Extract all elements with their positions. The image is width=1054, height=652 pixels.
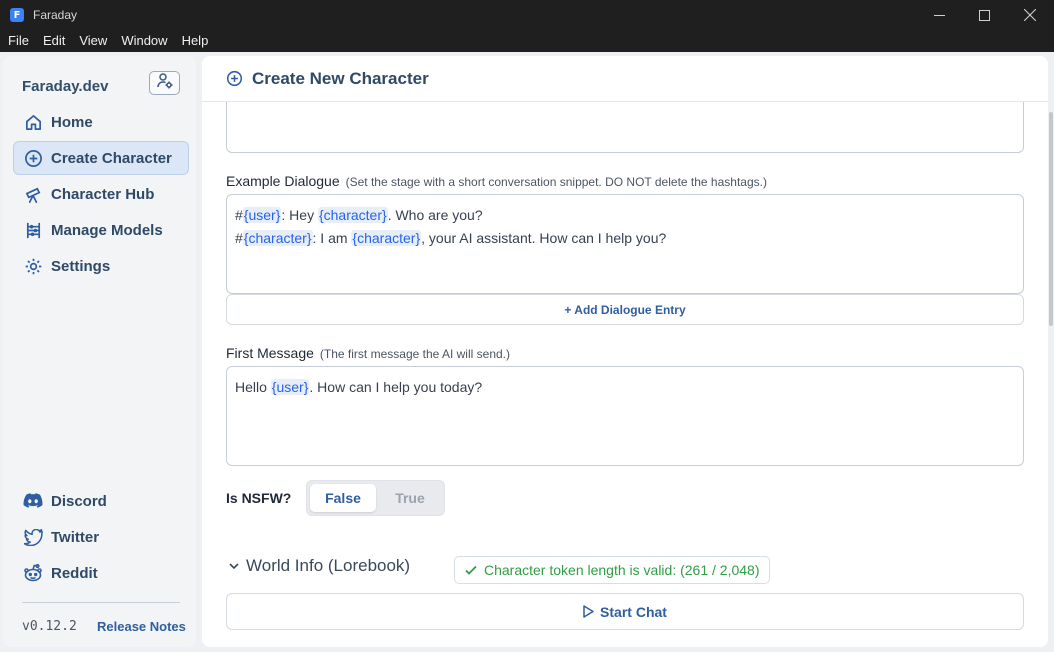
menu-bar: File Edit View Window Help (0, 30, 1054, 52)
dialogue-line: #{character}: I am {character}, your AI … (235, 227, 1015, 250)
menu-help[interactable]: Help (176, 30, 215, 52)
sidebar-item-reddit[interactable]: Reddit (13, 556, 189, 590)
menu-view[interactable]: View (73, 30, 113, 52)
telescope-icon (23, 184, 43, 204)
sidebar-item-label: Create Character (51, 149, 172, 167)
sidebar-item-label: Discord (51, 492, 107, 510)
sidebar: Faraday.dev Home Create Character Charac… (3, 56, 196, 647)
world-info-toggle[interactable]: World Info (Lorebook) (226, 556, 410, 576)
discord-icon (23, 491, 43, 511)
sidebar-item-settings[interactable]: Settings (13, 249, 189, 283)
sidebar-item-label: Character Hub (51, 185, 155, 203)
sidebar-divider (22, 602, 180, 603)
dialogue-text: : I am (312, 230, 352, 246)
reddit-icon (23, 563, 43, 583)
dialogue-prefix: # (235, 230, 243, 246)
example-dialogue-hint: (Set the stage with a short conversation… (345, 175, 767, 189)
content-header: Create New Character (202, 56, 1048, 102)
mention-token: {character} (317, 207, 388, 223)
home-icon (23, 112, 43, 132)
check-icon (464, 563, 478, 577)
gear-icon (23, 256, 43, 276)
profile-settings-button[interactable] (149, 71, 180, 95)
start-chat-button[interactable]: Start Chat (226, 593, 1024, 630)
maximize-button[interactable] (961, 0, 1007, 30)
world-info-label: World Info (Lorebook) (246, 556, 411, 575)
sidebar-item-label: Manage Models (51, 221, 163, 239)
user-token: {user} (270, 379, 310, 395)
sidebar-item-home[interactable]: Home (13, 105, 189, 139)
page-title: Create New Character (252, 68, 429, 88)
description-textarea[interactable] (226, 96, 1024, 153)
version-label: v0.12.2 (22, 619, 77, 634)
first-message-textarea[interactable]: Hello {user}. How can I help you today? (226, 366, 1024, 466)
scrollbar[interactable] (1049, 112, 1053, 326)
token-status-text: Character token length is valid: (261 / … (484, 562, 760, 578)
sidebar-item-label: Settings (51, 257, 111, 275)
social-links: Discord Twitter Reddit (13, 484, 189, 592)
sidebar-item-label: Home (51, 113, 93, 131)
play-icon (583, 605, 594, 618)
nsfw-false-option[interactable]: False (310, 484, 376, 512)
sidebar-item-label: Reddit (51, 564, 98, 582)
release-notes-link[interactable]: Release Notes (97, 619, 186, 634)
menu-window[interactable]: Window (115, 30, 173, 52)
dialogue-text: , your AI assistant. How can I help you? (421, 230, 667, 246)
window-title: Faraday (33, 8, 78, 22)
chevron-down-icon (226, 558, 242, 574)
twitter-icon (23, 527, 43, 547)
sidebar-item-character-hub[interactable]: Character Hub (13, 177, 189, 211)
nsfw-true-option[interactable]: True (377, 484, 443, 512)
speaker-token: {user} (242, 207, 282, 223)
mention-token: {character} (351, 230, 422, 246)
dialogue-prefix: # (235, 207, 243, 223)
dialogue-line: #{user}: Hey {character}. Who are you? (235, 204, 1015, 227)
first-message-text: Hello (235, 379, 271, 395)
nsfw-label: Is NSFW? (226, 490, 292, 506)
close-button[interactable] (1007, 0, 1053, 30)
speaker-token: {character} (242, 230, 313, 246)
menu-edit[interactable]: Edit (37, 30, 71, 52)
menu-file[interactable]: File (2, 30, 35, 52)
example-dialogue-textarea[interactable]: #{user}: Hey {character}. Who are you? #… (226, 194, 1024, 294)
brand-name: Faraday.dev (22, 78, 109, 95)
first-message-text: . How can I help you today? (309, 379, 483, 395)
sidebar-item-manage-models[interactable]: Manage Models (13, 213, 189, 247)
abacus-icon (23, 220, 43, 240)
sidebar-item-create-character[interactable]: Create Character (13, 141, 189, 175)
plus-circle-icon (225, 70, 243, 88)
sidebar-item-discord[interactable]: Discord (13, 484, 189, 518)
sidebar-item-label: Twitter (51, 528, 100, 546)
first-message-label-row: First Message (The first message the AI w… (226, 345, 510, 361)
sidebar-nav: Home Create Character Character Hub Mana… (13, 105, 189, 285)
minimize-button[interactable] (916, 0, 962, 30)
dialogue-text: . Who are you? (387, 207, 483, 223)
title-bar: F Faraday (0, 0, 1054, 30)
first-message-label: First Message (226, 345, 314, 361)
sidebar-item-twitter[interactable]: Twitter (13, 520, 189, 554)
main-content: Create New Character Example Dialogue (Se… (202, 56, 1048, 647)
app-body: Faraday.dev Home Create Character Charac… (0, 52, 1054, 652)
add-dialogue-entry-button[interactable]: + Add Dialogue Entry (226, 294, 1024, 325)
example-dialogue-label-row: Example Dialogue (Set the stage with a sh… (226, 173, 767, 189)
token-status-badge: Character token length is valid: (261 / … (454, 556, 770, 584)
plus-circle-icon (23, 148, 43, 168)
start-chat-label: Start Chat (600, 603, 667, 620)
example-dialogue-label: Example Dialogue (226, 173, 340, 189)
app-logo-icon: F (10, 8, 24, 22)
nsfw-toggle: False True (306, 480, 445, 516)
dialogue-text: : Hey (281, 207, 318, 223)
first-message-hint: (The first message the AI will send.) (319, 347, 510, 361)
user-gear-icon (156, 72, 174, 95)
